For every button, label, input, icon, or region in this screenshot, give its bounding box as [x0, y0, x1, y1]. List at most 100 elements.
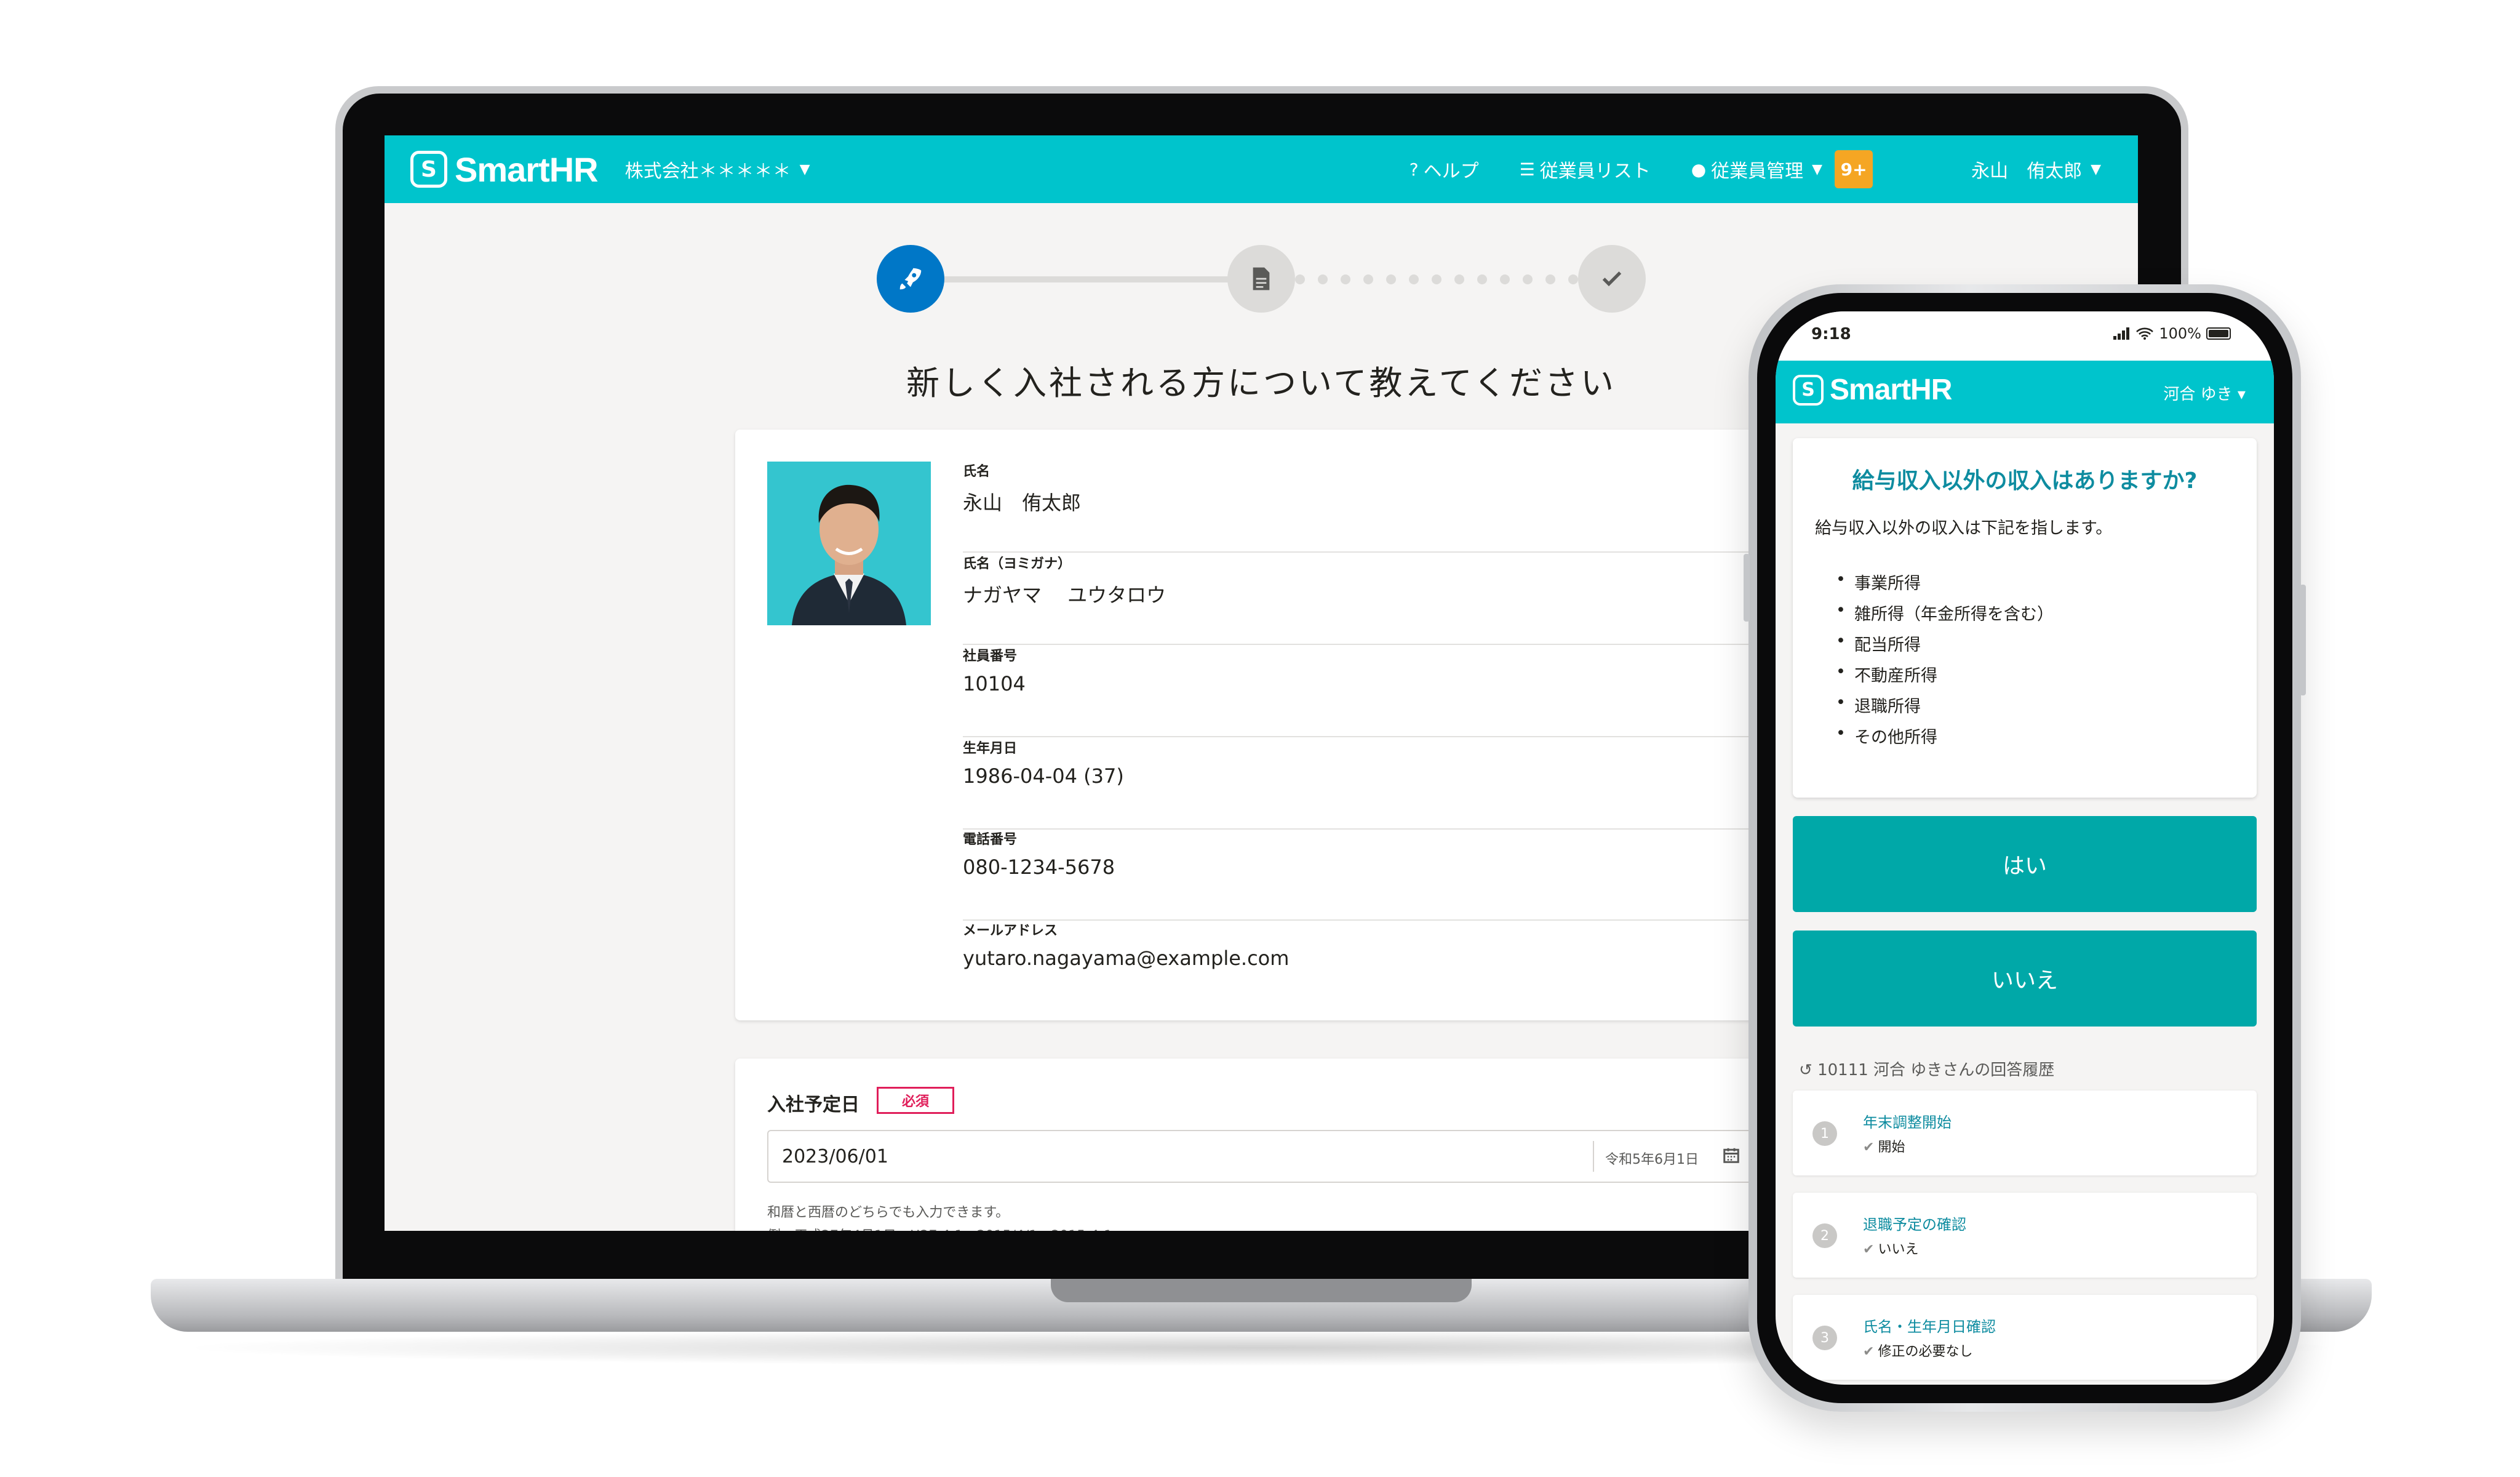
mobile-user-menu[interactable]: 河合 ゆき ▾: [2163, 382, 2246, 404]
chevron-down-icon: ▼: [2091, 161, 2101, 177]
history-icon: ↺: [1799, 1061, 1818, 1079]
field-label: 生年月日: [963, 741, 1018, 756]
join-date-value: 2023/06/01: [782, 1146, 888, 1167]
check-circle-icon: ✔: [1863, 1344, 1875, 1359]
step-2-document-icon: [1227, 245, 1295, 313]
step-1-rocket-icon: [877, 245, 944, 313]
history-item[interactable]: 3 氏名・生年月日確認 ✔ 修正の必要なし: [1793, 1295, 2257, 1380]
battery-percent: 100%: [2159, 325, 2201, 342]
question-description: 給与収入以外の収入は下記を指します。: [1815, 519, 2113, 538]
history-number: 3: [1812, 1326, 1837, 1350]
history-item[interactable]: 2 退職予定の確認 ✔ いいえ: [1793, 1193, 2257, 1278]
field-value: 10104: [963, 672, 1026, 695]
person-icon: ●: [1691, 159, 1707, 180]
status-indicators: 100%: [2113, 325, 2231, 342]
history-number: 2: [1812, 1223, 1837, 1248]
phone-volume-button: [1744, 554, 1750, 622]
history-label: 年末調整開始: [1863, 1114, 1952, 1131]
employee-photo: [767, 462, 931, 625]
join-date-label: 入社予定日: [767, 1094, 859, 1116]
field-name: 氏名 永山 侑太郎: [963, 460, 1781, 553]
history-label: 退職予定の確認: [1863, 1216, 1966, 1233]
field-birthdate: 生年月日 1986-04-04 (37): [963, 737, 1781, 830]
history-title: ↺ 10111 河合 ゆきさんの回答履歴: [1799, 1057, 2054, 1080]
history-number: 1: [1812, 1121, 1837, 1146]
smarthr-logo[interactable]: S SmartHR: [1793, 373, 1952, 407]
user-menu[interactable]: 永山 侑太郎 ▼: [1971, 156, 2101, 183]
notification-badge[interactable]: 9+: [1835, 150, 1873, 188]
list-item: 不動産所得: [1836, 662, 2054, 693]
nav-employee-list-label: 従業員リスト: [1539, 161, 1651, 182]
list-item: その他所得: [1836, 724, 2054, 755]
join-date-wareki: 令和5年6月1日: [1593, 1141, 1699, 1172]
history-label: 氏名・生年月日確認: [1863, 1318, 1996, 1335]
nav-employee-management[interactable]: ● 従業員管理 ▼: [1691, 156, 1822, 183]
required-badge: 必須: [877, 1087, 954, 1114]
nav-help[interactable]: ? ヘルプ: [1410, 156, 1479, 183]
field-phone: 電話番号 080-1234-5678: [963, 828, 1781, 921]
yes-button[interactable]: はい: [1793, 816, 2257, 912]
question-title: 給与収入以外の収入はありますか?: [1852, 468, 2198, 494]
signal-icon: [2113, 327, 2130, 340]
field-label: 社員番号: [963, 649, 1018, 664]
user-name: 永山 侑太郎: [1971, 161, 2083, 182]
company-name: 株式会社＊＊＊＊＊: [624, 161, 791, 182]
list-item: 事業所得: [1836, 570, 2054, 601]
wifi-icon: [2136, 327, 2154, 340]
history-item[interactable]: 1 年末調整開始 ✔ 開始: [1793, 1091, 2257, 1175]
list-item: 雑所得（年金所得を含む）: [1836, 601, 2054, 631]
calendar-icon[interactable]: [1722, 1146, 1740, 1169]
step-3-check-icon: [1578, 245, 1646, 313]
join-date-hint: 和暦と西暦のどちらでも入力できます。: [767, 1205, 1010, 1220]
stepper-dots: [1295, 274, 1578, 284]
list-icon: ☰: [1519, 159, 1535, 180]
nav-help-label: ヘルプ: [1423, 161, 1479, 182]
status-bar: 9:18 100%: [1776, 311, 2274, 361]
no-button[interactable]: いいえ: [1793, 931, 2257, 1027]
phone-power-button: [2300, 585, 2306, 695]
company-switcher[interactable]: 株式会社＊＊＊＊＊ ▼: [625, 156, 810, 183]
check-circle-icon: ✔: [1863, 1242, 1875, 1257]
join-date-example: 例：平成27年4月1日、H27.4.1、2015/4/1、2015-4-1: [767, 1225, 1112, 1231]
list-item: 配当所得: [1836, 631, 2054, 662]
field-label: メールアドレス: [963, 923, 1058, 939]
nav-employee-management-label: 従業員管理: [1711, 161, 1804, 182]
field-value: 1986-04-04 (37): [963, 764, 1124, 788]
field-name-kana: 氏名（ヨミガナ） ナガヤマ ユウタロウ: [963, 553, 1781, 645]
list-item: 退職所得: [1836, 693, 2054, 724]
history-answer: ✔ 修正の必要なし: [1863, 1340, 1972, 1360]
nav-employee-list[interactable]: ☰ 従業員リスト: [1520, 156, 1651, 183]
logo-mark-icon: S: [410, 151, 447, 188]
smarthr-logo[interactable]: S SmartHR: [410, 150, 599, 190]
field-label: 氏名（ヨミガナ）: [963, 556, 1072, 572]
history-answer-text: いいえ: [1878, 1242, 1919, 1257]
chevron-down-icon: ▼: [1812, 161, 1823, 177]
field-label: 電話番号: [963, 832, 1018, 847]
field-employee-number: 社員番号 10104: [963, 645, 1781, 737]
check-circle-icon: ✔: [1863, 1140, 1875, 1155]
help-icon: ?: [1409, 159, 1419, 180]
logo-text: SmartHR: [455, 150, 599, 189]
header-nav: ? ヘルプ ☰ 従業員リスト ● 従業員管理 ▼ 9+ 永山 侑太郎 ▼: [1410, 135, 2138, 203]
status-time: 9:18: [1811, 325, 1851, 343]
history-answer: ✔ いいえ: [1863, 1238, 1918, 1258]
field-email: メールアドレス yutaro.nagayama@example.com: [963, 919, 1781, 1012]
field-value: yutaro.nagayama@example.com: [963, 947, 1290, 970]
field-value: 080-1234-5678: [963, 855, 1115, 879]
field-value: ナガヤマ ユウタロウ: [963, 583, 1166, 607]
join-date-card: 入社予定日 必須 2023/06/01 令和5年6月1日 和暦と西暦のどちらでも…: [735, 1059, 1781, 1231]
join-date-input[interactable]: 2023/06/01 令和5年6月1日: [767, 1130, 1781, 1183]
battery-icon: [2206, 327, 2231, 340]
field-value: 永山 侑太郎: [963, 491, 1082, 514]
profile-card: 氏名 永山 侑太郎 氏名（ヨミガナ） ナガヤマ ユウタロウ 社員番号 10104…: [735, 430, 1781, 1020]
stepper-line: [941, 276, 1230, 282]
app-header: S SmartHR 株式会社＊＊＊＊＊ ▼ ? ヘルプ ☰ 従業員リスト ● 従…: [385, 135, 2138, 203]
history-title-text: 10111 河合 ゆきさんの回答履歴: [1817, 1061, 2055, 1079]
history-answer-text: 開始: [1878, 1140, 1905, 1155]
logo-mark-icon: S: [1793, 374, 1824, 406]
history-answer-text: 修正の必要なし: [1878, 1344, 1973, 1359]
mobile-screen: 9:18 100% S SmartHR 河合 ゆき ▾ 給与収入以外の収入はあり…: [1776, 311, 2274, 1385]
income-type-list: 事業所得 雑所得（年金所得を含む） 配当所得 不動産所得 退職所得 その他所得: [1836, 570, 2054, 755]
logo-text: SmartHR: [1830, 374, 1952, 406]
laptop-notch: [1051, 1279, 1472, 1302]
